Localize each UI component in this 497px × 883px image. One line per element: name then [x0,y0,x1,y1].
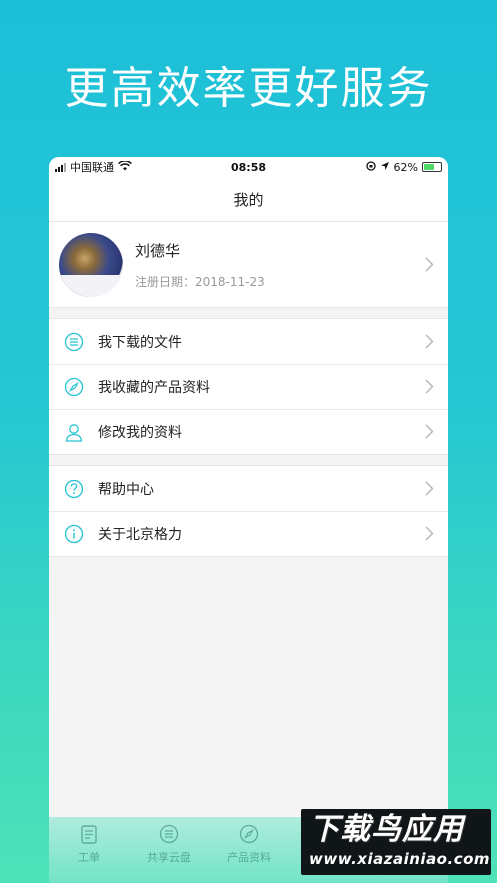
nav-bar: 我的 [49,177,448,222]
compass-icon [238,823,260,845]
menu-group-support: 帮助中心 关于北京格力 [49,465,448,557]
clipboard-icon [78,823,100,845]
wifi-icon [118,159,132,174]
profile-card[interactable]: 刘德华 注册日期：2018-11-23 [49,222,448,308]
tab-label: 产品资料 [227,851,271,864]
tab-label: 工单 [78,851,100,864]
menu-item-label: 修改我的资料 [98,424,182,441]
profile-name: 刘德华 [135,241,181,260]
page-title: 我的 [233,190,264,209]
chevron-right-icon [422,481,436,496]
menu-item-label: 关于北京格力 [98,526,182,543]
carrier-label: 中国联通 [70,161,114,174]
phone-screen: 中国联通 08:58 62% 我的 刘德华 注册日期：2018-11-23 我下… [49,157,448,883]
chevron-right-icon [422,379,436,394]
avatar [59,232,123,297]
rotation-lock-icon [365,160,376,174]
battery-percent: 62% [393,160,418,174]
help-icon [63,478,85,500]
menu-item-label: 我下载的文件 [98,334,182,351]
watermark-text: 下载鸟应用 [309,812,464,847]
chevron-right-icon [422,526,436,541]
tab-label: 共享云盘 [147,851,191,864]
profile-reg-date: 注册日期：2018-11-23 [135,274,265,289]
info-icon [63,523,85,545]
battery-icon [422,162,442,172]
compass-icon [63,376,85,398]
watermark-logo: 下载鸟应用 www.xiazainiao.com [301,809,491,875]
status-bar: 中国联通 08:58 62% [49,157,448,177]
download-list-icon [63,331,85,353]
user-icon [63,421,85,443]
chevron-right-icon [422,257,436,272]
location-icon [380,161,390,174]
chevron-right-icon [422,334,436,349]
menu-item-favorites[interactable]: 我收藏的产品资料 [49,364,448,409]
menu-item-help[interactable]: 帮助中心 [49,466,448,511]
menu-item-label: 帮助中心 [98,481,154,498]
menu-item-label: 我收藏的产品资料 [98,379,210,396]
menu-item-edit-profile[interactable]: 修改我的资料 [49,409,448,454]
tab-cloud-disk[interactable]: 共享云盘 [129,823,209,883]
promo-headline: 更高效率更好服务 [64,63,433,114]
watermark-url: www.xiazainiao.com [309,850,491,868]
cloud-disk-icon [158,823,180,845]
menu-item-about[interactable]: 关于北京格力 [49,511,448,556]
menu-item-downloads[interactable]: 我下载的文件 [49,319,448,364]
chevron-right-icon [422,424,436,439]
tab-product-info[interactable]: 产品资料 [209,823,289,883]
menu-group-account: 我下载的文件 我收藏的产品资料 修改我的资料 [49,318,448,455]
signal-icon [55,162,66,172]
tab-work-order[interactable]: 工单 [49,823,129,883]
